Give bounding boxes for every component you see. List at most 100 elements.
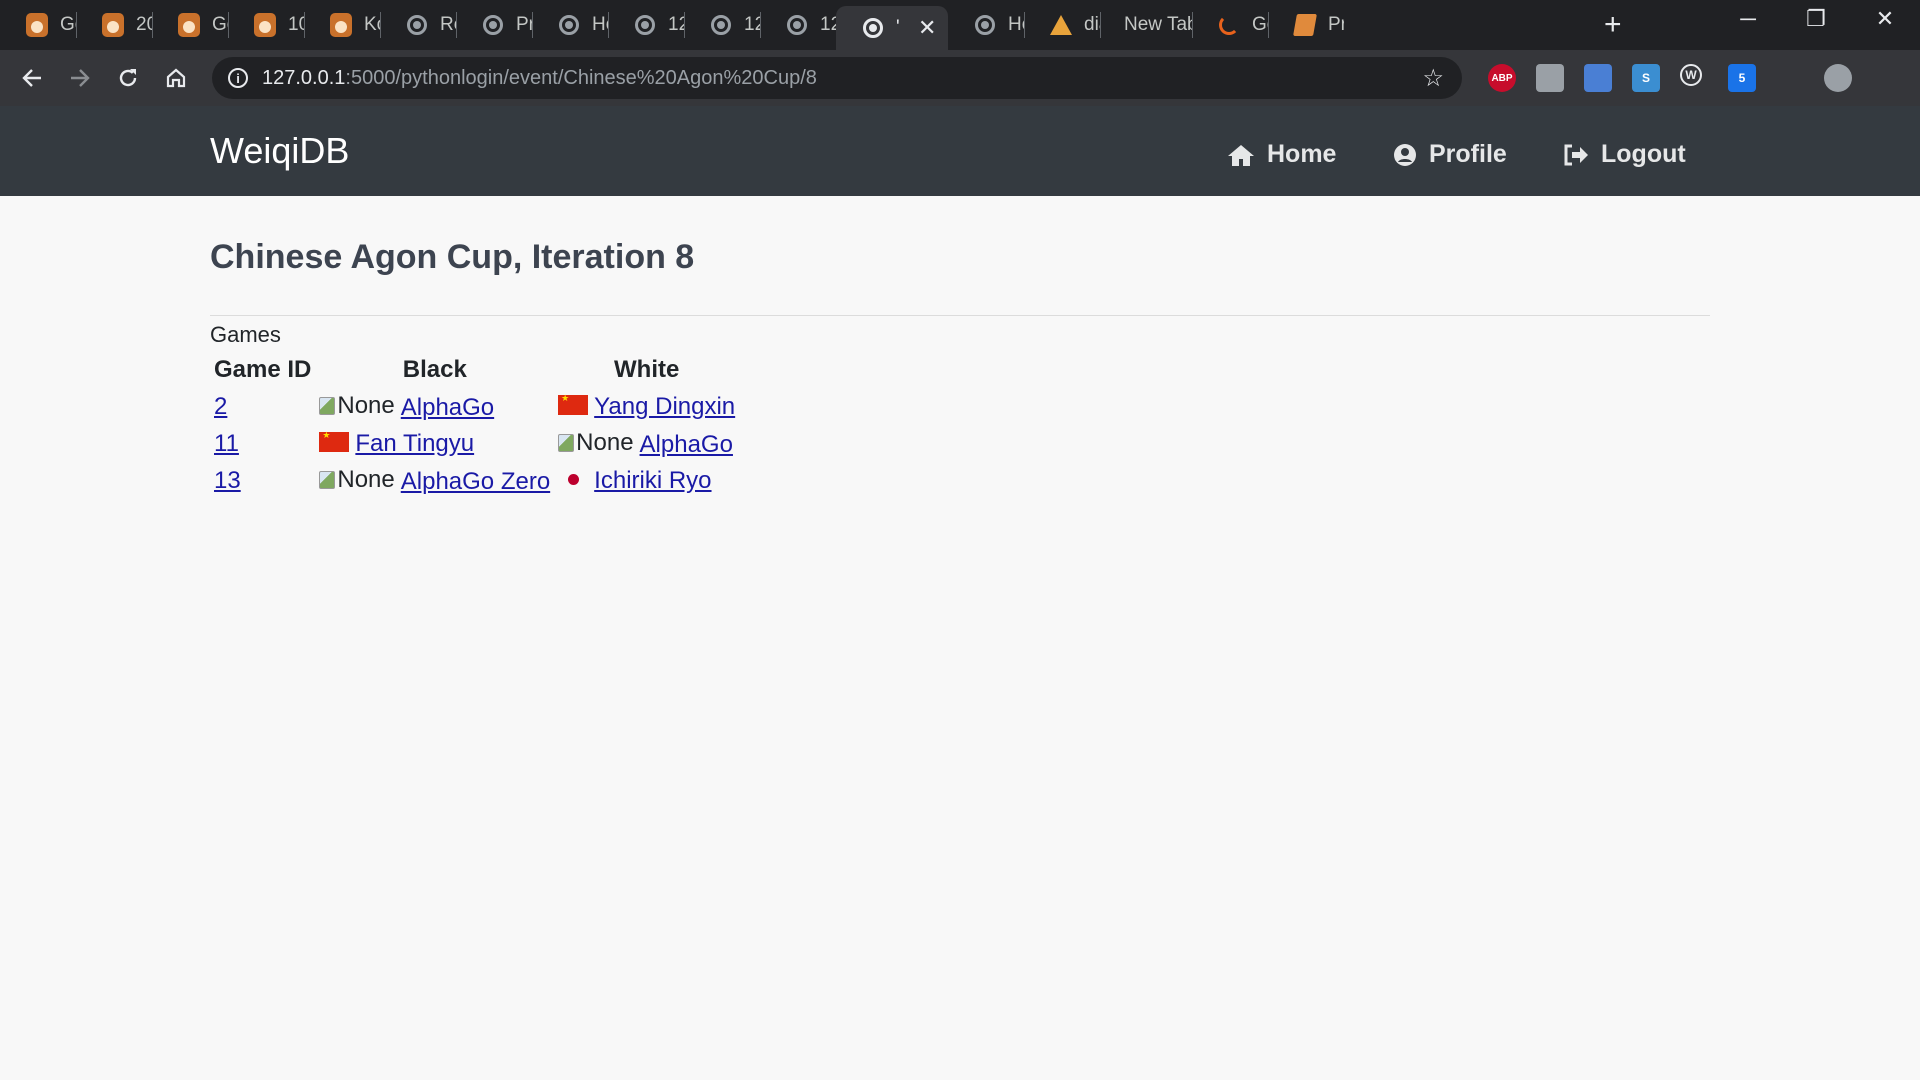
user-circle-icon bbox=[1394, 143, 1416, 166]
s-icon[interactable]: S bbox=[1632, 64, 1660, 92]
browser-toolbar: i 127.0.0.1:5000/pythonlogin/event/Chine… bbox=[0, 50, 1920, 106]
table-row: 2 NoneAlphaGo Yang Dingxin bbox=[210, 388, 739, 425]
url-host: 127.0.0.1 bbox=[262, 66, 346, 89]
bookmark-star-icon[interactable]: ☆ bbox=[1422, 64, 1444, 93]
browser-tab[interactable]: 127. bbox=[684, 6, 760, 44]
home-icon bbox=[1228, 144, 1254, 166]
browser-tab[interactable]: Goo bbox=[1192, 6, 1268, 44]
nav-profile-label: Profile bbox=[1429, 140, 1507, 168]
minimize-button[interactable]: ─ bbox=[1718, 6, 1778, 32]
flag-alt-text: None bbox=[337, 391, 395, 419]
new-tab-button[interactable]: + bbox=[1604, 8, 1622, 42]
reload-icon bbox=[119, 69, 137, 87]
column-header-white: White bbox=[614, 355, 680, 383]
table-row: 11 Fan Tingyu NoneAlphaGo bbox=[210, 425, 739, 462]
globe-icon bbox=[708, 12, 734, 38]
nav-home-link[interactable]: Home bbox=[1227, 140, 1336, 169]
avatar-icon[interactable] bbox=[1824, 64, 1852, 92]
column-header-black: Black bbox=[402, 355, 467, 383]
globe-icon bbox=[404, 12, 430, 38]
bear-icon bbox=[328, 12, 354, 38]
globe-icon bbox=[480, 12, 506, 38]
puzzle-icon[interactable] bbox=[1776, 64, 1804, 92]
reader-icon[interactable] bbox=[1584, 64, 1612, 92]
site-info-icon[interactable]: i bbox=[228, 68, 248, 88]
restore-button[interactable]: ❐ bbox=[1786, 6, 1846, 32]
s5-icon[interactable]: 5 bbox=[1728, 64, 1756, 92]
reload-button[interactable] bbox=[108, 60, 148, 96]
browser-tab[interactable]: GoK bbox=[0, 6, 76, 44]
column-header-game-id: Game ID bbox=[214, 355, 312, 383]
sign-out-icon bbox=[1564, 144, 1588, 165]
browser-tab[interactable]: 10th bbox=[228, 6, 304, 44]
url-path: :5000/pythonlogin/event/Chinese%20Agon%2… bbox=[345, 66, 817, 89]
back-arrow-icon bbox=[22, 69, 41, 87]
browser-tab[interactable]: Kore bbox=[304, 6, 380, 44]
white-flag-missing: None bbox=[558, 429, 634, 457]
browser-tab-title: New Tab bbox=[1124, 14, 1192, 35]
browser-tab[interactable]: Proj bbox=[1268, 6, 1344, 44]
game-id-link[interactable]: 2 bbox=[214, 393, 227, 420]
close-tab-icon[interactable]: ✕ bbox=[918, 15, 936, 41]
nav-profile-link[interactable]: Profile bbox=[1393, 140, 1507, 169]
games-caption: Games bbox=[210, 322, 281, 347]
address-bar[interactable]: i 127.0.0.1:5000/pythonlogin/event/Chine… bbox=[212, 57, 1462, 99]
browser-tab-strip: GoK 201(GoK 10th Kore Reg Prof Hon 127. 127. 127.… bbox=[0, 0, 1920, 50]
bear-icon bbox=[252, 12, 278, 38]
browser-tab-title: Goo bbox=[1252, 14, 1268, 35]
black-player-link[interactable]: AlphaGo bbox=[401, 394, 494, 421]
white-player-link[interactable]: Yang Dingxin bbox=[594, 393, 735, 420]
browser-tab[interactable]: 127. bbox=[760, 6, 836, 44]
bear-icon bbox=[24, 12, 50, 38]
site-navbar: WeiqiDB Home Profile Logout bbox=[0, 106, 1920, 196]
browser-tab[interactable]: Hon bbox=[532, 6, 608, 44]
broken-image-icon bbox=[319, 470, 336, 489]
black-player-link[interactable]: Fan Tingyu bbox=[355, 430, 474, 457]
browser-tab-title: diag bbox=[1084, 14, 1100, 35]
white-player-link[interactable]: AlphaGo bbox=[640, 431, 733, 458]
browser-tab[interactable]: Reg bbox=[380, 6, 456, 44]
browser-tab[interactable]: Hon bbox=[948, 6, 1024, 44]
home-button[interactable] bbox=[156, 60, 196, 96]
nav-logout-label: Logout bbox=[1601, 140, 1686, 168]
browser-tab-title: Hon bbox=[1008, 14, 1024, 35]
browser-tab[interactable]: Prof bbox=[456, 6, 532, 44]
forward-button[interactable] bbox=[60, 60, 100, 96]
white-flag-china-icon bbox=[558, 393, 589, 415]
browser-tab-title: Hon bbox=[592, 14, 608, 35]
black-flag-missing: None bbox=[319, 466, 395, 494]
w-icon[interactable]: W bbox=[1680, 64, 1702, 86]
black-player-cell: Fan Tingyu bbox=[315, 425, 554, 462]
spy-icon[interactable] bbox=[1536, 64, 1564, 92]
browser-tab-title: 127. bbox=[820, 14, 836, 35]
white-player-link[interactable]: Ichiriki Ryo bbox=[594, 467, 711, 494]
browser-tab-title: 127. bbox=[668, 14, 684, 35]
black-player-cell: None AlphaGo bbox=[315, 388, 554, 425]
browser-tab[interactable]: 201( bbox=[76, 6, 152, 44]
browser-tab-title: Reg bbox=[440, 14, 456, 35]
black-player-cell: None AlphaGo Zero bbox=[315, 462, 554, 499]
broken-image-icon bbox=[319, 396, 336, 415]
black-flag-missing: None bbox=[319, 391, 395, 420]
browser-tab-title: GoK bbox=[60, 14, 76, 35]
nav-logout-link[interactable]: Logout bbox=[1563, 140, 1686, 169]
book-icon bbox=[1292, 12, 1318, 38]
game-id-link[interactable]: 13 bbox=[214, 467, 241, 494]
browser-tab[interactable]: New Tab bbox=[1100, 6, 1192, 44]
adblock-icon[interactable]: ABP bbox=[1488, 64, 1516, 92]
game-id-link[interactable]: 11 bbox=[214, 430, 239, 457]
close-window-button[interactable]: ✕ bbox=[1855, 6, 1915, 32]
white-player-cell: None AlphaGo bbox=[554, 425, 739, 462]
table-row: 13 None AlphaGo Zero Ichiriki Ryo bbox=[210, 462, 739, 499]
browser-tab[interactable]: 127. bbox=[608, 6, 684, 44]
browser-tab[interactable]: diag bbox=[1024, 6, 1100, 44]
site-brand[interactable]: WeiqiDB bbox=[210, 130, 349, 172]
browser-tab-title: 10th bbox=[288, 14, 304, 35]
page-content: WeiqiDB Home Profile Logout Chinese Agon… bbox=[0, 106, 1920, 1080]
browser-tab[interactable]: GoK bbox=[152, 6, 228, 44]
white-player-cell: Ichiriki Ryo bbox=[554, 462, 739, 499]
black-player-link[interactable]: AlphaGo Zero bbox=[401, 468, 550, 495]
browser-tab[interactable]: ' ✕ bbox=[836, 6, 948, 50]
back-button[interactable] bbox=[12, 60, 52, 96]
game-id-cell: 13 bbox=[210, 462, 315, 499]
